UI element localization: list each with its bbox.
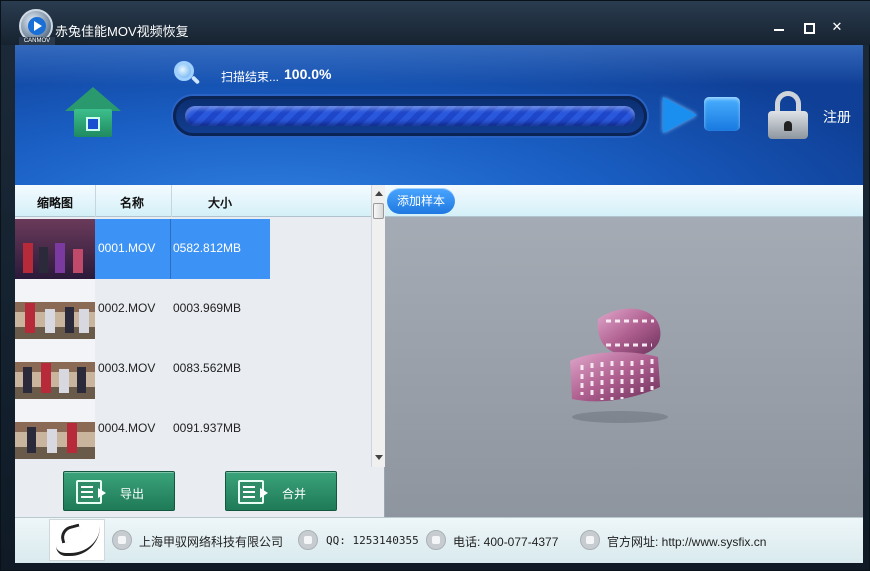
scan-percent-text: 100.0%: [284, 66, 332, 82]
file-name: 0004.MOV: [98, 421, 156, 435]
add-sample-button[interactable]: 添加样本: [387, 188, 455, 214]
title-bar: CANMOV 赤兔佳能MOV视频恢复 ✕: [1, 1, 870, 45]
file-row[interactable]: 0003.MOV 0083.562MB: [15, 339, 371, 399]
file-list-rows: 0001.MOV 0582.812MB 0002.MOV 0003.969MB: [15, 219, 371, 467]
video-thumbnail: [15, 219, 95, 279]
export-label: 导出: [120, 487, 145, 501]
thumbnail-figure: [55, 243, 65, 273]
film-reel-icon: [570, 308, 668, 423]
thumbnail-figure: [59, 369, 69, 393]
merge-label: 合并: [282, 487, 307, 501]
thumbnail-figure: [23, 367, 32, 393]
thumbnail-figure: [39, 247, 48, 273]
thumbnail-figure: [79, 309, 89, 333]
stop-scan-button[interactable]: [704, 97, 740, 131]
column-size[interactable]: 大小: [208, 194, 232, 211]
file-row[interactable]: 0001.MOV 0582.812MB: [15, 219, 371, 279]
file-size: 0083.562MB: [173, 361, 242, 375]
globe-icon: [580, 530, 600, 550]
thumbnail-figure: [77, 367, 86, 393]
scroll-down-icon[interactable]: [375, 455, 383, 460]
footer-bar: 上海甲驭网络科技有限公司 QQ: 1253140355 电话: 400-077-…: [15, 517, 863, 563]
home-icon-door: [86, 117, 100, 131]
company-logo: [49, 519, 105, 561]
company-name: 上海甲驭网络科技有限公司: [139, 535, 284, 549]
scan-status-text: 扫描结束...: [221, 70, 280, 84]
search-icon: [174, 61, 201, 87]
file-size: 0582.812MB: [173, 241, 242, 255]
export-icon: [76, 480, 106, 504]
merge-icon: [238, 480, 268, 504]
qq-number: QQ: 1253140355: [326, 534, 419, 547]
export-button[interactable]: 导出: [63, 471, 175, 511]
phone-icon: [426, 530, 446, 550]
scan-progress-bar: [173, 96, 647, 136]
thumbnail-figure: [41, 363, 51, 393]
app-window: CANMOV 赤兔佳能MOV视频恢复 ✕ 扫描结束... 100.0% 注册 缩…: [0, 0, 870, 571]
thumbnail-figure: [23, 243, 33, 273]
minimize-button[interactable]: [771, 19, 787, 35]
lock-icon-keyhole: [784, 121, 792, 131]
column-divider: [171, 185, 172, 217]
column-thumbnail[interactable]: 缩略图: [37, 194, 73, 211]
home-button[interactable]: [65, 87, 121, 143]
video-thumbnail: [15, 399, 95, 459]
app-logo-icon: CANMOV: [19, 9, 55, 45]
row-column-divider: [170, 219, 171, 279]
thumbnail-figure: [45, 309, 55, 333]
file-name: 0003.MOV: [98, 361, 156, 375]
thumbnail-figure: [47, 429, 57, 453]
merge-button[interactable]: 合并: [225, 471, 337, 511]
search-handle: [190, 75, 201, 85]
thumbnail-figure: [73, 249, 83, 273]
phone-number: 电话: 400-077-4377: [453, 535, 559, 549]
register-lock-button[interactable]: [767, 91, 809, 141]
thumbnail-figure: [25, 303, 35, 333]
file-name: 0002.MOV: [98, 301, 156, 315]
start-scan-button[interactable]: [663, 97, 697, 133]
column-name[interactable]: 名称: [120, 194, 144, 211]
preview-toolbar: 添加样本: [385, 185, 863, 217]
website-url[interactable]: 官方网址: http://www.sysfix.cn: [607, 533, 766, 550]
file-size: 0091.937MB: [173, 421, 242, 435]
scroll-thumb[interactable]: [373, 203, 384, 219]
horse-logo-icon: [56, 526, 100, 556]
file-size: 0003.969MB: [173, 301, 242, 315]
file-list-header: 缩略图 名称 大小: [15, 185, 371, 217]
file-list-scrollbar[interactable]: [371, 185, 385, 467]
qq-icon: [298, 530, 318, 550]
home-icon: [65, 87, 121, 111]
file-row[interactable]: 0004.MOV 0091.937MB: [15, 399, 371, 459]
scroll-up-icon[interactable]: [375, 191, 383, 196]
file-list-panel: 缩略图 名称 大小 0001.MOV 0582.812MB 0002.MOV 0…: [15, 185, 385, 467]
preview-area: [385, 217, 863, 517]
thumbnail-figure: [67, 423, 77, 453]
register-label[interactable]: 注册: [823, 107, 851, 127]
file-row[interactable]: 0002.MOV 0003.969MB: [15, 279, 371, 339]
app-logo-text: CANMOV: [19, 37, 55, 45]
maximize-button[interactable]: [800, 19, 816, 35]
close-button[interactable]: ✕: [829, 19, 845, 35]
building-icon: [112, 530, 132, 550]
action-button-area: 导出 合并: [15, 467, 385, 517]
toolbar-header: 扫描结束... 100.0% 注册: [15, 45, 863, 185]
thumbnail-figure: [27, 427, 36, 453]
file-name: 0001.MOV: [98, 241, 156, 255]
scan-progress-fill: [185, 106, 635, 126]
window-title: 赤兔佳能MOV视频恢复: [55, 24, 189, 39]
column-divider: [95, 185, 96, 217]
video-thumbnail: [15, 279, 95, 339]
video-thumbnail: [15, 339, 95, 399]
play-logo-icon: [28, 17, 46, 35]
thumbnail-figure: [65, 307, 74, 333]
